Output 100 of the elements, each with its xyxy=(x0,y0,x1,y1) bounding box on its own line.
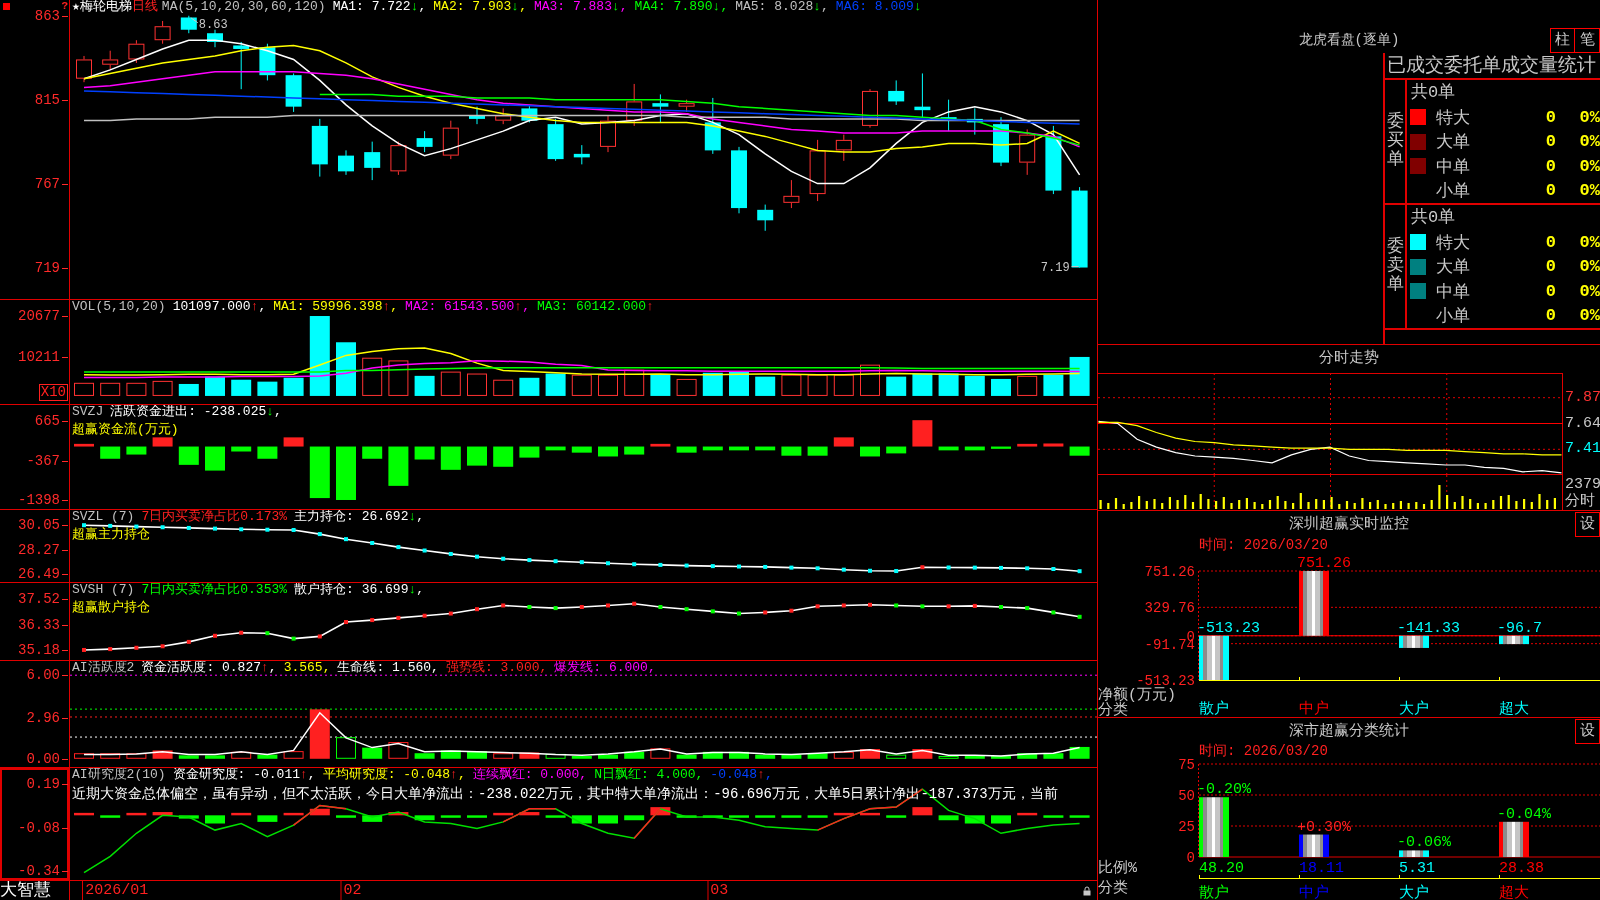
axis-tick-label: 719 xyxy=(34,260,60,275)
axis-tick-label: 329.76 xyxy=(1144,600,1195,617)
order-count: 0 xyxy=(1545,306,1556,326)
date-label: 02 xyxy=(340,881,362,900)
axis-tick-label: -0.08 xyxy=(18,820,60,836)
side-label: 委买单 xyxy=(1386,113,1404,170)
table-title: 已成交委托单成交量统计 xyxy=(1385,53,1600,80)
value-label: 48.20 xyxy=(1199,860,1244,877)
order-size-label: 中单 xyxy=(1436,281,1470,303)
order-share: 0% xyxy=(1579,281,1600,301)
axis-tick-label: 7.87 xyxy=(1565,389,1600,406)
legend-item: 连续飘红: 0.000, xyxy=(472,768,588,781)
axis-tick-label: 26.49 xyxy=(18,566,60,582)
volume-max-label: 2379 xyxy=(1565,477,1600,493)
legend-item: MA3: 60142.000↑ xyxy=(536,300,654,313)
order-share: 0% xyxy=(1579,257,1600,277)
order-share: 0% xyxy=(1579,156,1600,176)
order-total: 共0单 xyxy=(1410,207,1456,229)
scale-label: X10 xyxy=(38,384,68,401)
order-count: 0 xyxy=(1545,257,1556,277)
axis-tick-label: -367 xyxy=(26,453,60,469)
axis-title: 分类 xyxy=(1098,880,1128,897)
period-label: 日线 xyxy=(131,0,158,13)
axis-tick-label: 7.41 xyxy=(1565,441,1600,458)
time-label: 时间: 2026/03/20 xyxy=(1199,537,1328,554)
order-count: 0 xyxy=(1545,281,1556,301)
category-label: 散户 xyxy=(1199,701,1229,718)
legend-item: MA5: 8.028↓, xyxy=(735,0,829,13)
star-mark: ★ xyxy=(72,0,80,13)
stock-name: 梅轮电梯 xyxy=(79,0,132,13)
order-size-label: 小单 xyxy=(1436,306,1470,328)
order-count: 0 xyxy=(1545,181,1556,201)
axis-tick-label: 20677 xyxy=(18,308,60,324)
order-share: 0% xyxy=(1579,132,1600,152)
axis-tick-label: 50 xyxy=(1178,788,1195,804)
axis-tick-label: 35.18 xyxy=(18,642,60,658)
order-count: 0 xyxy=(1545,232,1556,252)
category-label: 超大 xyxy=(1499,701,1529,718)
time-label: 时间: 2026/03/20 xyxy=(1199,744,1328,758)
panel-title: 龙虎看盘(逐单) xyxy=(1298,31,1400,50)
axis-tick-label: 0 xyxy=(1186,850,1195,866)
legend-item: MA1: 59996.398↑, xyxy=(273,300,399,313)
axis-tick-label: 30.05 xyxy=(18,517,60,533)
order-count: 0 xyxy=(1545,132,1556,152)
price-label: 8.63 xyxy=(198,17,228,32)
legend-item: 101097.000↑, xyxy=(172,300,267,313)
legend-item: 活跃资金进出: -238.025↓, xyxy=(110,405,282,418)
value-label: 28.38 xyxy=(1499,860,1544,877)
axis-tick-label: 6.00 xyxy=(26,667,60,683)
date-label: 2026/01 xyxy=(82,881,149,900)
order-count: 0 xyxy=(1545,107,1556,127)
axis-tick-label: 7.64 xyxy=(1565,415,1600,432)
value-label: 5.31 xyxy=(1399,860,1435,877)
axis-tick-label: 815 xyxy=(34,92,60,108)
change-label: -0.06% xyxy=(1397,834,1451,852)
change-label: +0.30% xyxy=(1297,818,1351,836)
axis-tick-label: 2.96 xyxy=(26,710,60,726)
order-size-label: 大单 xyxy=(1436,257,1470,279)
legend-item: 7日内买卖净占比0.173% xyxy=(141,510,288,523)
legend-item: VOL(5,10,20) xyxy=(72,300,166,313)
axis-tick-label: 0.19 xyxy=(26,776,60,792)
legend-item: MA3: 7.883↓, xyxy=(533,0,628,13)
order-size-label: 大单 xyxy=(1436,132,1470,154)
category-label: 大户 xyxy=(1399,885,1429,900)
axis-tick-label: 25 xyxy=(1178,819,1195,835)
order-total: 共0单 xyxy=(1410,82,1456,104)
axis-tick-label: 10211 xyxy=(18,349,60,364)
legend-item: 3.565, xyxy=(283,661,331,674)
legend-item: MA(5,10,20,30,60,120) xyxy=(161,0,326,13)
order-share: 0% xyxy=(1579,107,1600,127)
axis-tick-label: 37.52 xyxy=(18,591,60,607)
category-label: 超大 xyxy=(1499,885,1529,900)
legend-item: 7日内买卖净占比0.353% xyxy=(141,583,288,596)
axis-tick-label: 28.27 xyxy=(18,542,60,558)
indicator-name: 超赢资金流(万元) xyxy=(72,423,179,436)
value-label: -141.33 xyxy=(1397,619,1460,637)
legend-item: N日飘红: 4.000, xyxy=(594,768,704,781)
corner-mark: ? xyxy=(61,0,68,12)
order-share: 0% xyxy=(1579,181,1600,201)
category-label: 中户 xyxy=(1299,701,1329,718)
axis-tick-label: 751.26 xyxy=(1144,564,1195,580)
axis-title: 比例% xyxy=(1098,860,1137,877)
legend-item: MA6: 8.009↓ xyxy=(835,0,922,13)
axis-tick-label: 0.00 xyxy=(26,751,60,767)
value-label: 18.11 xyxy=(1299,860,1344,877)
brand-label: 大智慧 xyxy=(0,881,70,900)
category-label: 大户 xyxy=(1399,701,1429,718)
axis-title: 分类 xyxy=(1098,702,1128,719)
axis-tick-label: -1398 xyxy=(18,492,60,508)
legend-item: SVZL (7) xyxy=(72,510,135,523)
legend-item: SVSH (7) xyxy=(72,583,135,596)
axis-tick-label: 767 xyxy=(34,176,60,192)
value-label: -513.23 xyxy=(1197,619,1260,637)
change-label: -0.20% xyxy=(1197,781,1251,799)
order-share: 0% xyxy=(1579,232,1600,252)
legend-item: -0.048↑, xyxy=(710,768,773,781)
axis-tick-label: 863 xyxy=(34,8,60,24)
order-size-label: 小单 xyxy=(1436,181,1470,203)
legend-item: 爆发线: 6.000, xyxy=(554,661,656,674)
date-label: 03 xyxy=(707,881,729,900)
